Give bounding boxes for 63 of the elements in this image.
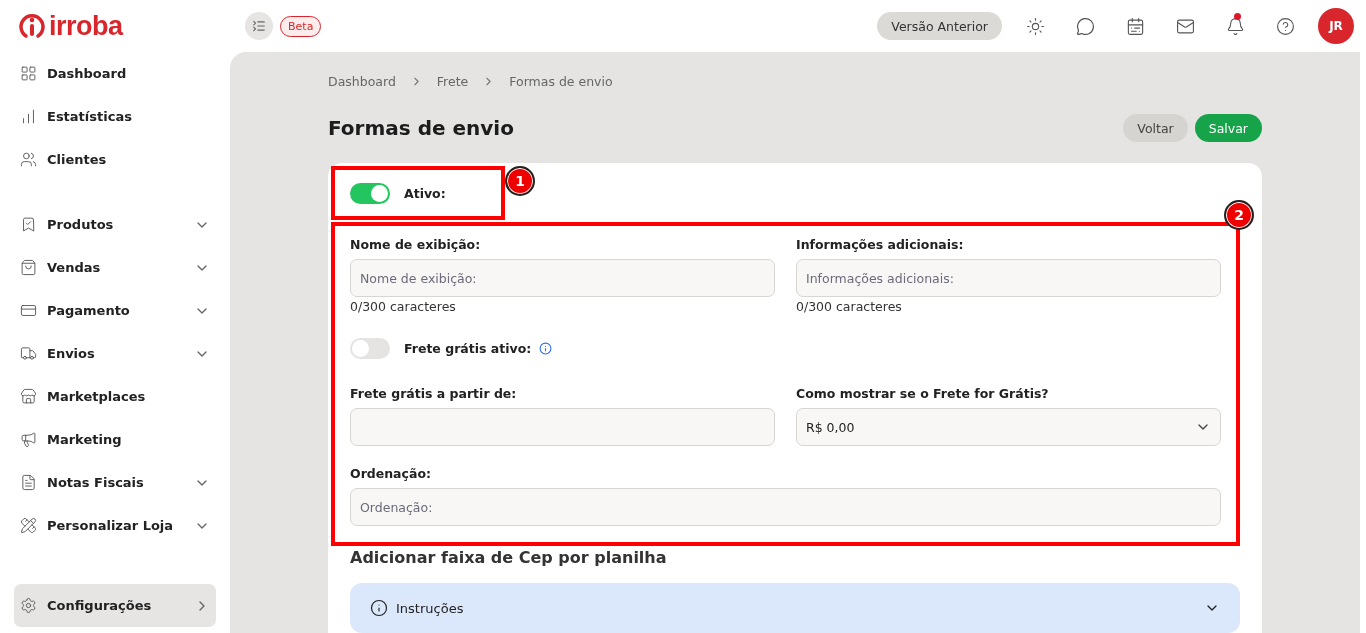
sidebar-item[interactable]: Produtos [14, 203, 216, 246]
card-icon [20, 302, 37, 319]
chart-icon [20, 108, 37, 125]
logo-icon [18, 12, 46, 40]
users-icon [20, 151, 37, 168]
annotation-number: 2 [1224, 200, 1254, 230]
sidebar-item[interactable]: Estatísticas [14, 95, 216, 138]
accordion-header[interactable]: Instruções [350, 583, 1240, 633]
bag-icon [20, 259, 37, 276]
back-button[interactable]: Voltar [1123, 114, 1188, 142]
annotation-number: 1 [505, 166, 535, 196]
previous-version-button[interactable]: Versão Anterior [877, 12, 1002, 40]
chat-bubble-icon [1075, 16, 1095, 36]
pencil-ruler-icon [20, 517, 37, 534]
collapse-icon [252, 19, 266, 33]
field-label: Ordenação: [350, 464, 432, 483]
character-counter: 0/300 caracteres [796, 299, 902, 314]
sidebar-item[interactable]: Notas Fiscais [14, 461, 216, 504]
page-title: Formas de envio [328, 116, 514, 140]
truck-icon [20, 345, 37, 362]
megaphone-icon [20, 431, 37, 448]
input-field[interactable]: Nome de exibição: [350, 259, 775, 297]
bookmark-icon [20, 216, 37, 233]
settings-icon [20, 597, 37, 614]
sidebar-item[interactable]: Envios [14, 332, 216, 375]
toggle-label: Frete grátis ativo: [404, 340, 532, 356]
input-field[interactable] [350, 408, 775, 446]
field-label: Frete grátis a partir de: [350, 384, 518, 403]
input-field[interactable]: Informações adicionais: [796, 259, 1221, 297]
sidebar-item[interactable]: Pagamento [14, 289, 216, 332]
breadcrumb-link[interactable]: Formas de envio [509, 73, 613, 89]
store-icon [20, 388, 37, 405]
bell-icon [1225, 16, 1245, 36]
help-icon [1275, 16, 1295, 36]
field-label: Como mostrar se o Frete for Grátis? [796, 384, 1050, 403]
select-field[interactable]: R$ 0,00 [796, 408, 1221, 446]
breadcrumb-link[interactable]: Frete [436, 73, 469, 89]
section-title: Adicionar faixa de Cep por planilha [350, 548, 668, 567]
toggle-label: Ativo: [404, 185, 446, 201]
sidebar-item[interactable]: Dashboard [14, 52, 216, 95]
sidebar-item[interactable]: Personalizar Loja [14, 504, 216, 547]
brand-name: irroba [49, 10, 123, 42]
field-label: Nome de exibição: [350, 235, 482, 254]
document-icon [20, 474, 37, 491]
sun-icon [1025, 16, 1045, 36]
info-icon [370, 599, 388, 617]
toggle-switch[interactable] [350, 337, 390, 359]
toggle-switch[interactable] [350, 182, 390, 204]
character-counter: 0/300 caracteres [350, 299, 456, 314]
collapse-menu-button[interactable] [245, 12, 273, 40]
breadcrumb-link[interactable]: Dashboard [328, 73, 396, 89]
info-icon [539, 341, 553, 355]
field-label: Informações adicionais: [796, 235, 965, 254]
calendar-icon [1125, 16, 1145, 36]
beta-badge: Beta [280, 15, 322, 37]
sidebar-item[interactable]: Configurações [14, 584, 216, 627]
sidebar-item[interactable]: Marketing [14, 418, 216, 461]
sidebar-item[interactable]: Marketplaces [14, 375, 216, 418]
grid-icon [20, 65, 37, 82]
user-avatar[interactable]: JR [1318, 8, 1354, 44]
sidebar-item[interactable]: Clientes [14, 138, 216, 181]
input-field[interactable]: Ordenação: [350, 488, 1221, 526]
sidebar-item[interactable]: Vendas [14, 246, 216, 289]
